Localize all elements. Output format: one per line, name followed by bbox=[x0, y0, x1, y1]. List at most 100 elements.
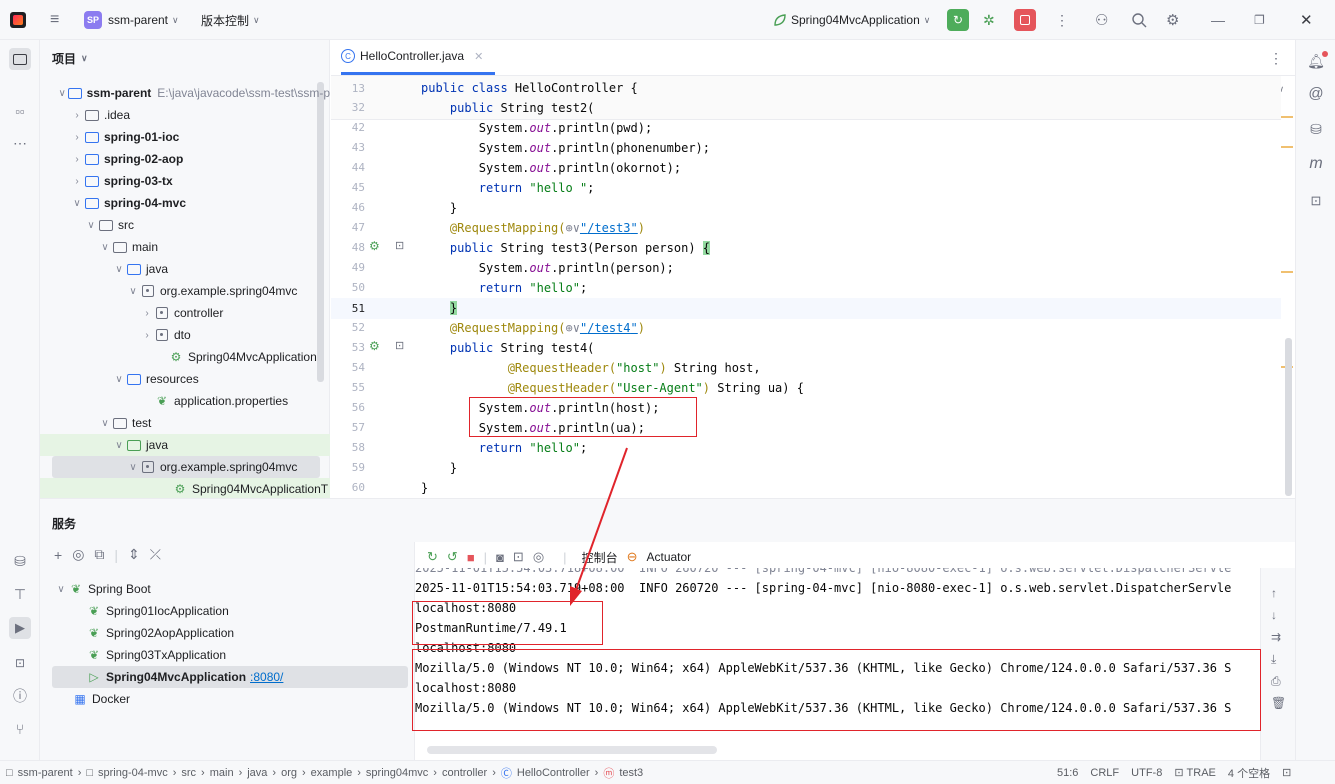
tree-item-selected[interactable]: ∨ org.example.spring04mvc bbox=[52, 456, 320, 478]
ai-assistant-icon[interactable]: @ bbox=[1305, 82, 1327, 104]
file-encoding[interactable]: UTF-8 bbox=[1131, 767, 1162, 779]
tree-item[interactable]: › .idea bbox=[40, 104, 330, 126]
breadcrumb-item[interactable]: main bbox=[210, 767, 234, 779]
debug-restart-icon[interactable]: ◎ bbox=[533, 549, 544, 565]
add-service-icon[interactable]: + bbox=[54, 547, 62, 563]
minimize-icon[interactable]: — bbox=[1211, 0, 1225, 40]
run-config-selector[interactable]: Spring04MvcApplication ∨ bbox=[773, 0, 930, 40]
service-port-link[interactable]: :8080/ bbox=[250, 670, 283, 684]
tree-item[interactable]: ❦ application.properties bbox=[40, 390, 330, 412]
tree-item[interactable]: ∨ java bbox=[40, 258, 330, 280]
breadcrumb-item[interactable]: test3 bbox=[619, 767, 643, 779]
trae-widget[interactable]: ⊡ TRAE bbox=[1174, 766, 1216, 780]
service-group-spring-boot[interactable]: ∨ ❦ Spring Boot bbox=[40, 578, 415, 600]
http-request-icon[interactable]: ⊡ bbox=[395, 339, 404, 352]
database-icon[interactable]: ⛁ bbox=[9, 550, 31, 572]
console-h-scrollbar[interactable] bbox=[427, 746, 717, 754]
tree-item[interactable]: › controller bbox=[40, 302, 330, 324]
breadcrumb-item[interactable]: java bbox=[247, 767, 267, 779]
copilot-icon[interactable]: ⊡ bbox=[1305, 190, 1327, 212]
tree-item[interactable]: ⚙ Spring04MvcApplicationT bbox=[40, 478, 330, 500]
scroll-to-end-icon[interactable]: ⤓ bbox=[1271, 652, 1276, 667]
indent-setting[interactable]: 4 个空格 bbox=[1228, 765, 1270, 781]
close-tab-icon[interactable]: ✕ bbox=[474, 50, 483, 63]
project-tool-icon[interactable] bbox=[9, 48, 31, 70]
service-item[interactable]: ❦ Spring02AopApplication bbox=[40, 622, 415, 644]
tree-item[interactable]: ∨ main bbox=[40, 236, 330, 258]
more-icon[interactable]: ⋮ bbox=[1055, 0, 1069, 40]
tree-item[interactable]: ⚙ Spring04MvcApplication bbox=[40, 346, 330, 368]
endpoint-gutter-icon[interactable]: ⚙ bbox=[369, 239, 380, 253]
tree-item-root[interactable]: ∨ ssm-parent E:\java\javacode\ssm-test\s… bbox=[40, 82, 330, 104]
scroll-down-icon[interactable]: ↓ bbox=[1271, 608, 1277, 622]
breadcrumb-item[interactable]: spring-04-mvc bbox=[98, 767, 168, 779]
mapping-url[interactable]: /test3 bbox=[587, 221, 630, 235]
endpoints-icon[interactable]: ⊤ bbox=[9, 583, 31, 605]
debug-icon[interactable]: ✲ bbox=[983, 0, 995, 40]
service-item-selected[interactable]: ▷ Spring04MvcApplication:8080/ bbox=[52, 666, 408, 688]
breadcrumb-item[interactable]: example bbox=[311, 767, 353, 779]
caret-position[interactable]: 51:6 bbox=[1057, 767, 1078, 779]
breadcrumb-item[interactable]: org bbox=[281, 767, 297, 779]
camera-icon[interactable]: ◙ bbox=[496, 550, 504, 565]
service-item[interactable]: ❦ Spring03TxApplication bbox=[40, 644, 415, 666]
breadcrumb-item[interactable]: spring04mvc bbox=[366, 767, 428, 779]
breadcrumb-item[interactable]: controller bbox=[442, 767, 487, 779]
import-icon[interactable]: ⊡ bbox=[513, 549, 524, 565]
soft-wrap-icon[interactable]: ⇉ bbox=[1271, 630, 1281, 644]
scroll-up-icon[interactable]: ↑ bbox=[1271, 586, 1277, 600]
tree-item[interactable]: › spring-01-ioc bbox=[40, 126, 330, 148]
tree-item[interactable]: ∨ org.example.spring04mvc bbox=[40, 280, 330, 302]
breadcrumb-item[interactable]: ssm-parent bbox=[18, 767, 73, 779]
tree-item[interactable]: › spring-03-tx bbox=[40, 170, 330, 192]
services-tool-icon[interactable]: ▶ bbox=[9, 617, 31, 639]
more-tools-icon[interactable]: ⋯ bbox=[9, 132, 31, 154]
tab-actuator[interactable]: Actuator bbox=[646, 550, 691, 564]
tree-item[interactable]: ∨ spring-04-mvc bbox=[40, 192, 330, 214]
problems-icon[interactable]: ⓘ bbox=[9, 685, 31, 707]
new-tab-icon[interactable]: ⧉ bbox=[94, 546, 104, 563]
maven-icon[interactable]: m bbox=[1305, 153, 1327, 175]
restart-icon[interactable]: ↺ bbox=[447, 549, 458, 565]
close-icon[interactable]: ✕ bbox=[1300, 0, 1313, 40]
lock-icon[interactable]: ⊡ bbox=[1282, 766, 1291, 779]
endpoint-gutter-icon[interactable]: ⚙ bbox=[369, 339, 380, 353]
project-selector[interactable]: SP ssm-parent ∨ bbox=[84, 0, 179, 40]
main-menu-icon[interactable]: ≡ bbox=[50, 0, 59, 40]
editor-scrollbar[interactable] bbox=[1285, 338, 1292, 496]
tree-item[interactable]: › dto bbox=[40, 324, 330, 346]
tree-item[interactable]: ∨ src bbox=[40, 214, 330, 236]
tree-item[interactable]: ∨ java bbox=[40, 434, 330, 456]
service-item[interactable]: ▦ Docker bbox=[40, 688, 415, 710]
tree-item[interactable]: ∨ test bbox=[40, 412, 330, 434]
vcs-menu[interactable]: 版本控制 ∨ bbox=[201, 0, 260, 40]
editor-tab-active[interactable]: C HelloController.java ✕ bbox=[341, 40, 496, 75]
breadcrumb-item[interactable]: HelloController bbox=[517, 767, 590, 779]
stop-icon[interactable] bbox=[1014, 9, 1036, 31]
terminal-icon[interactable]: ⊡ bbox=[9, 652, 31, 674]
tab-options-icon[interactable]: ⋮ bbox=[1269, 50, 1283, 67]
line-separator[interactable]: CRLF bbox=[1090, 767, 1119, 779]
database-icon[interactable]: ⛁ bbox=[1305, 118, 1327, 140]
mapping-url[interactable]: /test4 bbox=[587, 321, 630, 335]
service-item[interactable]: ❦ Spring01IocApplication bbox=[40, 600, 415, 622]
rerun-icon[interactable]: ↻ bbox=[427, 549, 438, 565]
ide-logo-icon[interactable] bbox=[10, 0, 26, 40]
add-user-icon[interactable]: ⚇ bbox=[1095, 0, 1108, 40]
git-icon[interactable]: ⑂ bbox=[9, 718, 31, 740]
expand-all-icon[interactable]: ⇕ bbox=[128, 546, 140, 563]
print-icon[interactable]: ⎙ bbox=[1271, 674, 1281, 689]
project-pane-header[interactable]: 项目 ∨ bbox=[52, 50, 88, 67]
collapse-all-icon[interactable]: ⤫ bbox=[150, 546, 161, 563]
settings-icon[interactable]: ⚙ bbox=[1166, 0, 1179, 40]
code-editor[interactable]: ▲6 △1 ✓3 ∧ ∨ 13 32 42 43 44 45 46 47 48 … bbox=[331, 76, 1295, 498]
restore-icon[interactable]: ❐ bbox=[1254, 0, 1265, 40]
breadcrumb-item[interactable]: src bbox=[181, 767, 196, 779]
clear-all-icon[interactable]: 🗑︎ bbox=[1271, 696, 1286, 710]
http-request-icon[interactable]: ⊡ bbox=[395, 239, 404, 252]
structure-icon[interactable]: ▫▫ bbox=[9, 100, 31, 122]
view-icon[interactable]: ◎ bbox=[72, 546, 84, 563]
tree-item[interactable]: ∨ resources bbox=[40, 368, 330, 390]
search-icon[interactable] bbox=[1131, 0, 1147, 40]
rerun-icon[interactable]: ↻ bbox=[947, 9, 969, 31]
